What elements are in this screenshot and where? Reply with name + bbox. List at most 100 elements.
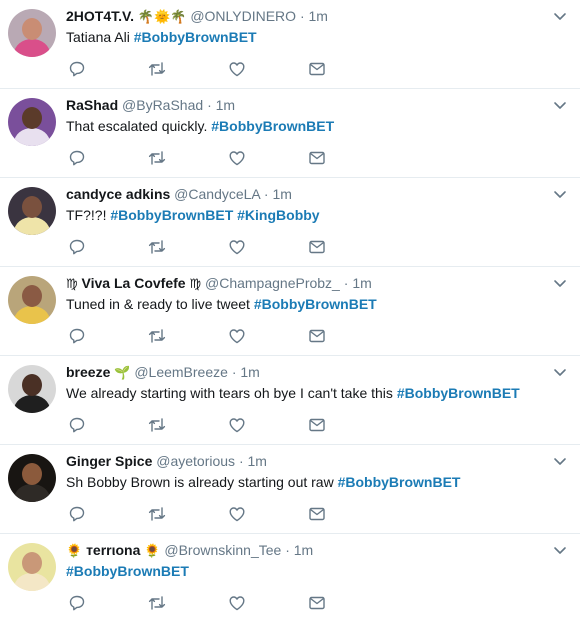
timestamp[interactable]: 1m [240,364,259,380]
hashtag-link[interactable]: #BobbyBrownBET [211,118,334,134]
retweet-icon[interactable] [148,149,166,167]
user-handle[interactable]: @ayetorious [156,453,235,469]
chevron-down-icon[interactable] [552,453,568,469]
tweet-text-body: TF?!?! [66,207,107,223]
message-icon[interactable] [308,238,326,256]
hashtag-link[interactable]: #BobbyBrownBET [134,29,257,45]
tweet-header: ♍ Viva La Covfefe ♍ @ChampagneProbz_ · 1… [66,273,570,294]
name-emoji: 🌻 [144,544,161,559]
like-icon[interactable] [228,505,246,523]
avatar[interactable] [8,98,56,146]
display-name[interactable]: Ginger Spice [66,453,152,469]
chevron-down-icon[interactable] [552,97,568,113]
display-name[interactable]: breeze 🌱 [66,364,130,381]
separator-dot: · [285,542,290,558]
name-emoji: 🌴🌞🌴 [137,10,187,25]
hashtag-link[interactable]: #KingBobby [237,207,319,223]
like-icon[interactable] [228,416,246,434]
reply-icon[interactable] [68,238,86,256]
tweet-text: That escalated quickly. #BobbyBrownBET [66,117,570,136]
hashtag-link[interactable]: #BobbyBrownBET [66,563,189,579]
reply-icon[interactable] [68,60,86,78]
retweet-icon[interactable] [148,416,166,434]
tweet-text-body: That escalated quickly. [66,118,208,134]
reply-icon[interactable] [68,149,86,167]
tweet-text: #BobbyBrownBET [66,562,570,581]
reply-icon[interactable] [68,327,86,345]
timestamp[interactable]: 1m [352,275,371,291]
like-icon[interactable] [228,327,246,345]
tweet-text: TF?!?! #BobbyBrownBET #KingBobby [66,206,570,225]
avatar[interactable] [8,276,56,324]
display-name[interactable]: ♍ Viva La Covfefe ♍ [66,275,201,292]
message-icon[interactable] [308,594,326,612]
display-name[interactable]: 2HOT4T.V. 🌴🌞🌴 [66,8,187,25]
user-handle[interactable]: @ONLYDINERO [190,8,296,24]
retweet-icon[interactable] [148,60,166,78]
avatar[interactable] [8,365,56,413]
like-icon[interactable] [228,238,246,256]
user-handle[interactable]: @CandyceLA [174,186,260,202]
avatar[interactable] [8,187,56,235]
message-icon[interactable] [308,416,326,434]
message-icon[interactable] [308,505,326,523]
display-name-text: Ginger Spice [66,453,153,469]
timestamp[interactable]: 1m [294,542,313,558]
avatar[interactable] [8,9,56,57]
reply-icon[interactable] [68,505,86,523]
tweet-text: Tuned in & ready to live tweet #BobbyBro… [66,295,570,314]
separator-dot: · [207,97,212,113]
separator-dot: · [263,186,269,202]
like-icon[interactable] [228,149,246,167]
display-name-text: 2HOT4T.V. [66,8,134,24]
timestamp[interactable]: 1m [248,453,267,469]
tweet-text: Tatiana Ali #BobbyBrownBET [66,28,570,47]
timestamp[interactable]: 1m [216,97,235,113]
tweet-header: candyce adkins @CandyceLA · 1m [66,184,570,205]
separator-dot: · [343,275,349,291]
timestamp[interactable]: 1m [309,8,328,24]
tweet-text: We already starting with tears oh bye I … [66,384,570,403]
avatar[interactable] [8,543,56,591]
reply-icon[interactable] [68,594,86,612]
tweet: 🌻 тerrιona 🌻 @Brownskinn_Tee · 1m #BobbyB… [0,534,580,623]
user-handle[interactable]: @Brownskinn_Tee [164,542,281,558]
display-name[interactable]: RaShad [66,97,118,113]
hashtag-link[interactable]: #BobbyBrownBET [338,474,461,490]
hashtag-link[interactable]: #BobbyBrownBET [110,207,233,223]
chevron-down-icon[interactable] [552,8,568,24]
like-icon[interactable] [228,594,246,612]
display-name[interactable]: candyce adkins [66,186,170,202]
reply-icon[interactable] [68,416,86,434]
tweet-text-body: Sh Bobby Brown is already starting out r… [66,474,334,490]
avatar-body [14,395,50,413]
user-handle[interactable]: @ByRaShad [122,97,203,113]
like-icon[interactable] [228,60,246,78]
avatar-face [22,374,42,396]
name-emoji: 🌻 [66,544,83,559]
user-handle[interactable]: @ChampagneProbz_ [205,275,340,291]
hashtag-link[interactable]: #BobbyBrownBET [254,296,377,312]
display-name[interactable]: 🌻 тerrιona 🌻 [66,542,161,559]
chevron-down-icon[interactable] [552,542,568,558]
user-handle[interactable]: @LeemBreeze [134,364,228,380]
tweet: Ginger Spice @ayetorious · 1m Sh Bobby Br… [0,445,580,534]
message-icon[interactable] [308,149,326,167]
retweet-icon[interactable] [148,327,166,345]
message-icon[interactable] [308,60,326,78]
chevron-down-icon[interactable] [552,275,568,291]
display-name-text: breeze [66,364,111,380]
retweet-icon[interactable] [148,594,166,612]
chevron-down-icon[interactable] [552,364,568,380]
retweet-icon[interactable] [148,505,166,523]
retweet-icon[interactable] [148,238,166,256]
avatar-face [22,18,42,40]
timestamp[interactable]: 1m [272,186,291,202]
avatar-face [22,463,42,485]
avatar[interactable] [8,454,56,502]
tweet-header: Ginger Spice @ayetorious · 1m [66,451,570,472]
message-icon[interactable] [308,327,326,345]
chevron-down-icon[interactable] [552,186,568,202]
hashtag-link[interactable]: #BobbyBrownBET [397,385,520,401]
tweet-header: breeze 🌱 @LeemBreeze · 1m [66,362,570,383]
